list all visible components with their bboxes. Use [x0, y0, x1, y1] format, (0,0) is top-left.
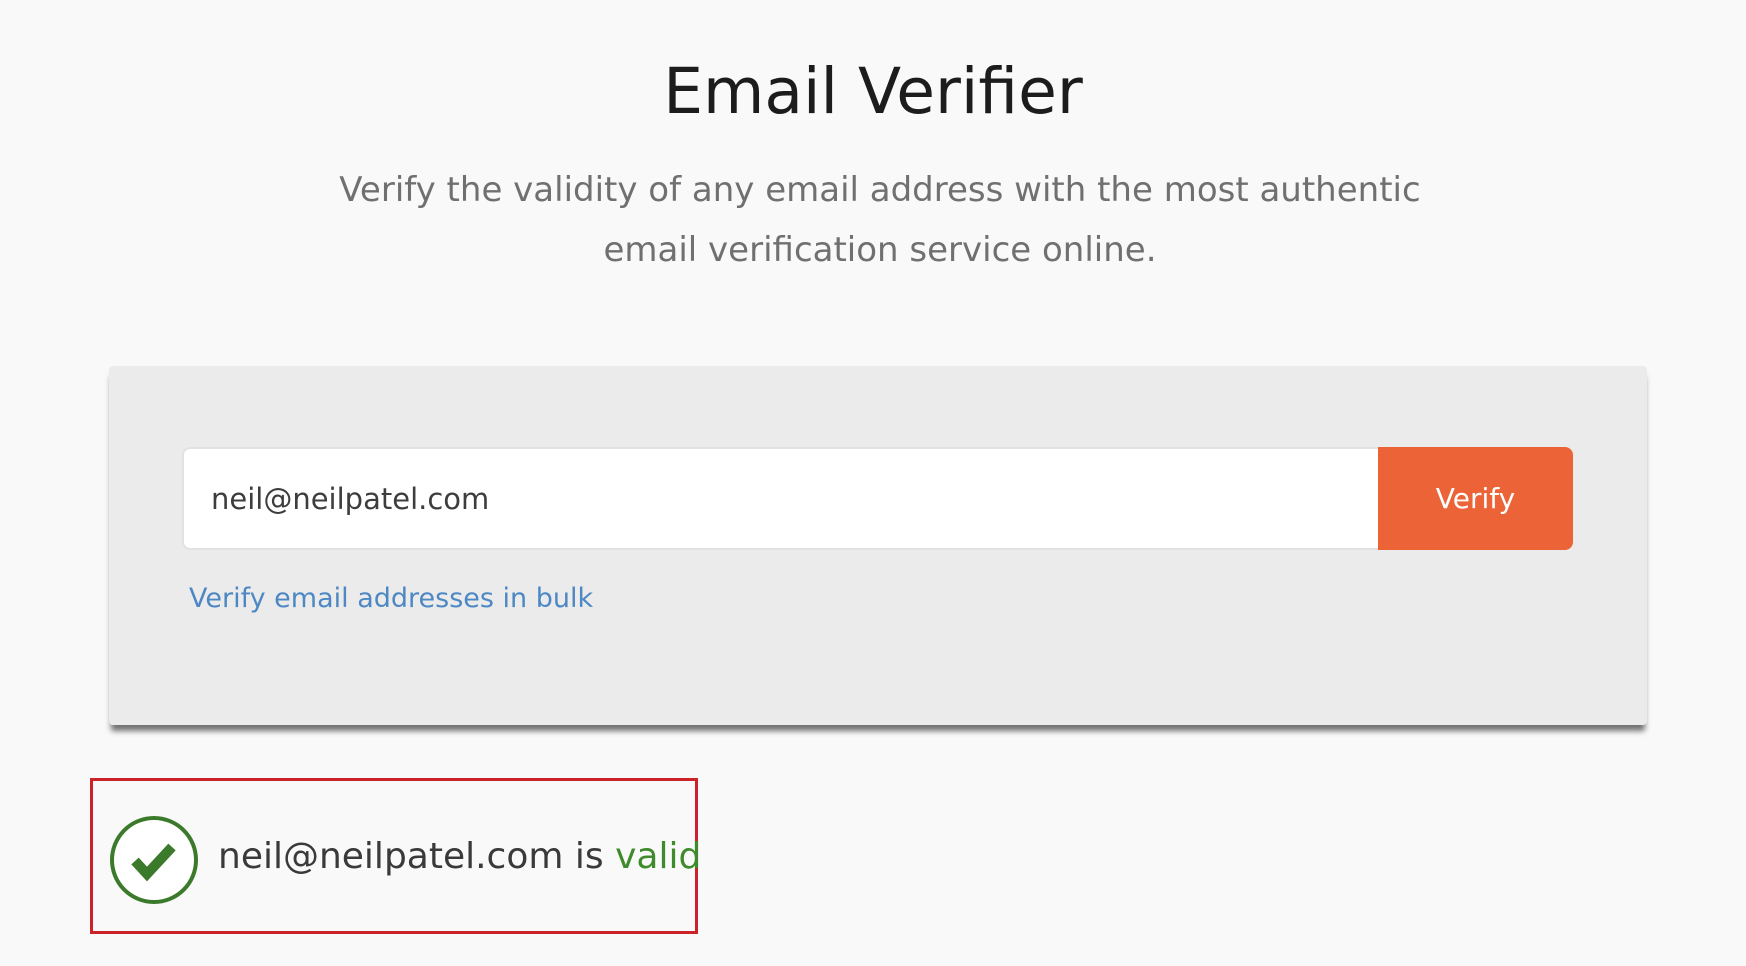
- result-status: valid: [615, 836, 702, 877]
- page-title: Email Verifier: [663, 55, 1083, 128]
- page-subtitle: Verify the validity of any email address…: [339, 170, 1421, 270]
- email-input[interactable]: [182, 447, 1378, 550]
- check-circle-icon: [110, 816, 198, 904]
- result-email: neil@neilpatel.com: [218, 836, 564, 877]
- bulk-verify-link[interactable]: Verify email addresses in bulk: [189, 579, 593, 619]
- result-box: neil@neilpatel.com is valid: [90, 778, 701, 934]
- verify-panel: Verify Verify email addresses in bulk: [109, 366, 1647, 725]
- result-message: neil@neilpatel.com is valid: [218, 833, 701, 881]
- result-connector: is: [563, 836, 616, 877]
- verify-button[interactable]: Verify: [1378, 447, 1573, 550]
